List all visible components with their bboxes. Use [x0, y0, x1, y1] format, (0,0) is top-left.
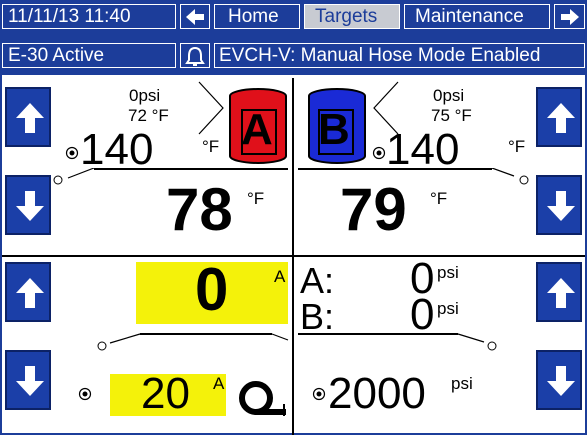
tank-b-current-unit: °F	[430, 189, 448, 208]
hose-down-button[interactable]	[5, 350, 51, 410]
arrow-down-icon	[547, 366, 575, 396]
hose-setpoint-value: 20	[141, 369, 190, 418]
tank-a-label: A	[241, 105, 273, 154]
datetime-text: 11/11/13 11:40	[8, 6, 131, 27]
tank-b-current-temp: 79	[340, 176, 407, 243]
status-message: EVCH-V: Manual Hose Mode Enabled	[214, 43, 585, 68]
tank-a-current-temp: 78	[166, 176, 233, 243]
tank-a-temp-up-button[interactable]	[5, 87, 51, 147]
tank-a-setpoint: 140	[80, 125, 154, 174]
tab-maintenance[interactable]: Maintenance	[404, 4, 550, 29]
tab-targets-label: Targets	[315, 6, 378, 27]
tank-a-setpoint-unit: °F	[202, 137, 220, 156]
arrow-up-icon	[547, 103, 575, 133]
tank-b-setpoint: 140	[386, 125, 460, 174]
hose-trace-line	[97, 333, 289, 351]
setpoint-indicator-icon	[65, 146, 79, 160]
pressure-down-button[interactable]	[536, 350, 582, 410]
tank-a-pressure: 0psi	[129, 86, 161, 105]
tab-targets[interactable]: Targets	[304, 4, 400, 29]
pressure-b-unit: psi	[437, 299, 459, 318]
tank-a-icon: A	[227, 86, 289, 166]
nav-left-button[interactable]	[180, 4, 210, 29]
arrow-up-icon	[16, 103, 44, 133]
tab-home[interactable]: Home	[214, 4, 300, 29]
bell-icon	[185, 46, 205, 66]
arrow-down-icon	[16, 366, 44, 396]
setpoint-indicator-icon	[372, 146, 386, 160]
tank-a-temp-down-button[interactable]	[5, 175, 51, 235]
tank-b-temp-down-button[interactable]	[536, 175, 582, 235]
middle-divider	[2, 255, 585, 257]
arrow-right-icon	[561, 9, 579, 25]
tank-a-current-unit: °F	[247, 189, 265, 208]
tank-b-pressure: 0psi	[433, 86, 465, 105]
error-status-text: E-30 Active	[8, 45, 105, 66]
setpoint-indicator-icon	[78, 387, 92, 401]
status-message-text: EVCH-V: Manual Hose Mode Enabled	[219, 45, 541, 66]
error-status[interactable]: E-30 Active	[2, 43, 176, 68]
pressure-a-label: A:	[300, 260, 335, 301]
hose-current-unit: A	[274, 267, 286, 286]
tank-b-trace-line	[298, 168, 529, 185]
pressure-trace-line	[298, 333, 497, 351]
arrow-left-icon	[186, 9, 204, 25]
arrow-down-icon	[16, 191, 44, 221]
hose-icon	[239, 381, 286, 416]
hose-up-button[interactable]	[5, 262, 51, 322]
pressure-setpoint-unit: psi	[451, 374, 473, 393]
tank-a-chevron-icon	[198, 81, 224, 135]
datetime-display: 11/11/13 11:40	[2, 4, 176, 29]
tank-a-actual-temp: 72 °F	[128, 106, 169, 125]
tank-b-actual-temp: 75 °F	[431, 106, 472, 125]
setpoint-indicator-icon	[312, 387, 326, 401]
tab-home-label: Home	[228, 6, 279, 27]
pressure-setpoint-value: 2000	[328, 369, 426, 418]
arrow-up-icon	[16, 278, 44, 308]
tank-b-label: B	[318, 105, 350, 154]
hose-current-value: 0	[195, 256, 229, 323]
arrow-down-icon	[547, 191, 575, 221]
tank-b-setpoint-unit: °F	[508, 137, 526, 156]
pressure-a-unit: psi	[437, 263, 459, 282]
hose-setpoint-unit: A	[213, 374, 225, 393]
pressure-up-button[interactable]	[536, 262, 582, 322]
tank-b-temp-up-button[interactable]	[536, 87, 582, 147]
tab-maintenance-label: Maintenance	[415, 6, 524, 27]
arrow-up-icon	[547, 278, 575, 308]
nav-right-button[interactable]	[554, 4, 585, 29]
tank-b-icon: B	[306, 86, 368, 166]
alarm-bell-button[interactable]	[180, 43, 210, 68]
